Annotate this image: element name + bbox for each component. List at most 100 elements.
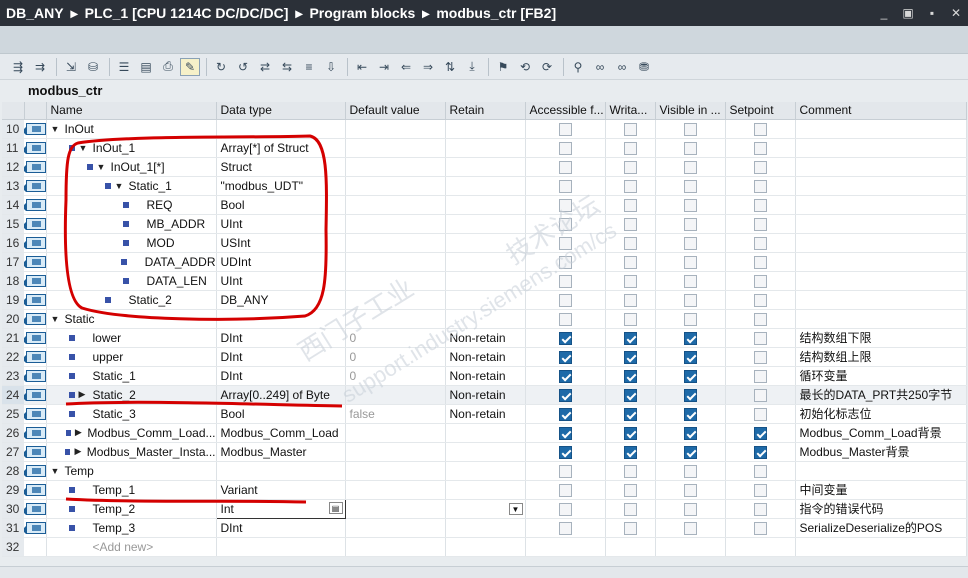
table-row[interactable]: 13 ▼ Static_1 "modbus_UDT" (2, 176, 967, 196)
setpoint-checkbox[interactable] (753, 445, 767, 459)
expand-all-icon[interactable]: ⇲ (61, 58, 81, 76)
retain-cell[interactable] (445, 176, 526, 196)
retain-dropdown-icon[interactable]: ▼ (508, 502, 523, 515)
comment-cell[interactable]: 最长的DATA_PRT共250字节 (795, 385, 967, 405)
accessible-checkbox[interactable] (558, 426, 572, 440)
expand-triangle-icon[interactable]: ▶ (74, 446, 82, 457)
accessible-checkbox[interactable] (558, 388, 572, 402)
collapse-triangle-icon[interactable]: ▼ (115, 181, 125, 191)
visible-checkbox[interactable] (683, 312, 697, 326)
comment-cell[interactable] (795, 537, 967, 557)
writable-checkbox[interactable] (623, 217, 637, 231)
table-row[interactable]: 28 ▼ Temp (2, 461, 967, 481)
data-type-cell[interactable] (216, 537, 346, 557)
snapshot-icon[interactable]: ⛁ (83, 58, 103, 76)
data-type-cell[interactable]: UInt (216, 214, 346, 234)
comment-cell[interactable] (795, 119, 967, 139)
data-type-cell[interactable]: DInt (216, 328, 346, 348)
breadcrumb-item[interactable]: modbus_ctr [FB2] (436, 5, 556, 21)
table-row[interactable]: 30 Temp_2 Int ▤ ▼ 指令的错误代码 (2, 498, 967, 519)
setpoint-checkbox[interactable] (753, 236, 767, 250)
writable-checkbox[interactable] (623, 445, 637, 459)
table-row[interactable]: 14 REQ Bool (2, 195, 967, 215)
comment-cell[interactable]: SerializeDeserialize的POS (795, 518, 967, 538)
writable-checkbox[interactable] (623, 255, 637, 269)
table-row[interactable]: 27 ▶ Modbus_Master_Insta... Modbus_Master Mo… (2, 442, 967, 462)
default-value-cell[interactable] (345, 518, 446, 538)
expand-triangle-icon[interactable]: ▶ (75, 427, 84, 438)
setpoint-checkbox[interactable] (753, 483, 767, 497)
comment-cell[interactable] (795, 176, 967, 196)
writable-checkbox[interactable] (623, 388, 637, 402)
comment-cell[interactable] (795, 271, 967, 291)
table-row[interactable]: 31 Temp_3 DInt SerializeDeserialize的POS (2, 518, 967, 538)
comment-cell[interactable] (795, 195, 967, 215)
name-cell[interactable]: ▶ Modbus_Comm_Load... (46, 423, 217, 443)
name-cell[interactable]: MOD (46, 233, 217, 253)
name-cell[interactable]: MB_ADDR (46, 214, 217, 234)
writable-checkbox[interactable] (623, 426, 637, 440)
breadcrumb-item[interactable]: Program blocks (309, 5, 415, 21)
setpoint-checkbox[interactable] (753, 217, 767, 231)
table-row[interactable]: 16 MOD USInt (2, 233, 967, 253)
header-accessible[interactable]: Accessible f... (525, 102, 606, 120)
default-value-cell[interactable] (345, 442, 446, 462)
name-cell[interactable]: Temp_2 (46, 499, 217, 519)
name-cell[interactable]: Temp_1 (46, 480, 217, 500)
comment-cell[interactable]: 初始化标志位 (795, 404, 967, 424)
name-cell[interactable]: Static_3 (46, 404, 217, 424)
list-view-icon[interactable]: ☰ (114, 58, 134, 76)
insert-row-icon[interactable]: ⇶ (8, 58, 28, 76)
visible-checkbox[interactable] (683, 464, 697, 478)
table-row[interactable]: 24 ▶ Static_2 Array[0..249] of Byte Non-reta… (2, 385, 967, 405)
comment-cell[interactable]: 中间变量 (795, 480, 967, 500)
data-type-cell[interactable]: Variant (216, 480, 346, 500)
data-type-cell[interactable]: Bool (216, 404, 346, 424)
comment-cell[interactable] (795, 309, 967, 329)
align-icon[interactable]: ⇐ (396, 58, 416, 76)
retain-cell[interactable]: ▼ (445, 499, 526, 519)
visible-checkbox[interactable] (683, 198, 697, 212)
retain-cell[interactable]: Non-retain (445, 385, 526, 405)
breakpoint-icon[interactable]: ⚑ (493, 58, 513, 76)
visible-checkbox[interactable] (683, 407, 697, 421)
header-data-type[interactable]: Data type (216, 102, 346, 120)
writable-checkbox[interactable] (623, 274, 637, 288)
default-value-cell[interactable] (345, 214, 446, 234)
expand-triangle-icon[interactable]: ▶ (79, 389, 89, 400)
writable-checkbox[interactable] (623, 521, 637, 535)
accessible-checkbox[interactable] (558, 312, 572, 326)
name-cell[interactable]: ▼ Static (46, 309, 217, 329)
filter-icon[interactable]: ⤓ (462, 58, 482, 76)
comment-cell[interactable]: 结构数组下限 (795, 328, 967, 348)
accessible-checkbox[interactable] (558, 369, 572, 383)
breadcrumb-item[interactable]: DB_ANY (6, 5, 64, 21)
accessible-checkbox[interactable] (558, 141, 572, 155)
writable-checkbox[interactable] (623, 350, 637, 364)
collapse-triangle-icon[interactable]: ▼ (79, 143, 89, 153)
close-icon[interactable]: ✕ (944, 6, 968, 20)
comment-cell[interactable]: Modbus_Master背景 (795, 442, 967, 462)
setpoint-checkbox[interactable] (753, 255, 767, 269)
comment-cell[interactable] (795, 461, 967, 481)
setpoint-icon[interactable]: ✎ (180, 57, 200, 76)
retain-cell[interactable] (445, 290, 526, 310)
name-cell[interactable]: DATA_LEN (46, 271, 217, 291)
retain-cell[interactable] (445, 138, 526, 158)
compare-icon[interactable]: ≡ (299, 58, 319, 76)
writable-checkbox[interactable] (623, 179, 637, 193)
accessible-checkbox[interactable] (558, 255, 572, 269)
data-type-cell[interactable]: "modbus_UDT" (216, 176, 346, 196)
default-value-cell[interactable] (345, 271, 446, 291)
accessible-checkbox[interactable] (558, 331, 572, 345)
setpoint-checkbox[interactable] (753, 464, 767, 478)
accessible-checkbox[interactable] (558, 198, 572, 212)
visible-checkbox[interactable] (683, 141, 697, 155)
data-type-cell[interactable]: UInt (216, 271, 346, 291)
setpoint-checkbox[interactable] (753, 160, 767, 174)
visible-checkbox[interactable] (683, 350, 697, 364)
name-cell[interactable]: ▼ Static_1 (46, 176, 217, 196)
load-icon[interactable]: ⇄ (255, 58, 275, 76)
comment-cell[interactable]: 循环变量 (795, 366, 967, 386)
default-value-cell[interactable] (345, 157, 446, 177)
